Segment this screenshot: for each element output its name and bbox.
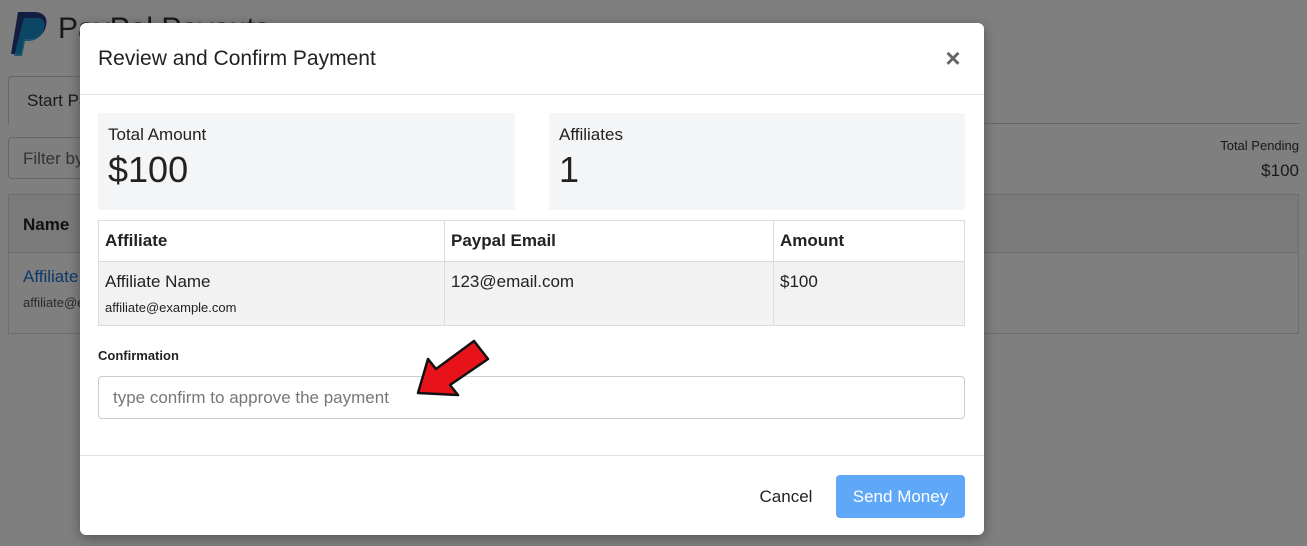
confirmation-label: Confirmation [98, 348, 179, 363]
payment-summary-table: Affiliate Paypal Email Amount Affiliate … [98, 220, 965, 326]
column-header-amount: Amount [773, 220, 965, 262]
cancel-button[interactable]: Cancel [748, 475, 824, 518]
close-icon[interactable]: × [942, 45, 964, 71]
cell-affiliate: Affiliate Name affiliate@example.com [98, 261, 445, 326]
confirm-payment-modal: Review and Confirm Payment × Total Amoun… [80, 23, 984, 535]
modal-title: Review and Confirm Payment [98, 47, 376, 70]
column-header-paypal-email: Paypal Email [444, 220, 774, 262]
modal-header: Review and Confirm Payment × [80, 23, 984, 95]
cell-amount: $100 [773, 261, 965, 326]
confirmation-input[interactable] [98, 376, 965, 419]
table-row: Affiliate Name affiliate@example.com 123… [98, 261, 965, 326]
affiliate-email: affiliate@example.com [105, 300, 237, 315]
cell-paypal-email: 123@email.com [444, 261, 774, 326]
modal-footer: Cancel Send Money [80, 455, 984, 535]
column-header-affiliate: Affiliate [98, 220, 445, 262]
total-amount-card: Total Amount $100 [98, 113, 515, 210]
affiliates-label: Affiliates [559, 125, 623, 144]
affiliate-name: Affiliate Name [105, 272, 211, 291]
total-amount-value: $100 [108, 149, 189, 190]
total-amount-label: Total Amount [108, 125, 207, 144]
table-header-row: Affiliate Paypal Email Amount [98, 220, 965, 262]
red-arrow-icon [416, 339, 490, 397]
affiliates-count-card: Affiliates 1 [549, 113, 965, 210]
send-money-button[interactable]: Send Money [836, 475, 965, 518]
affiliates-value: 1 [559, 149, 580, 190]
